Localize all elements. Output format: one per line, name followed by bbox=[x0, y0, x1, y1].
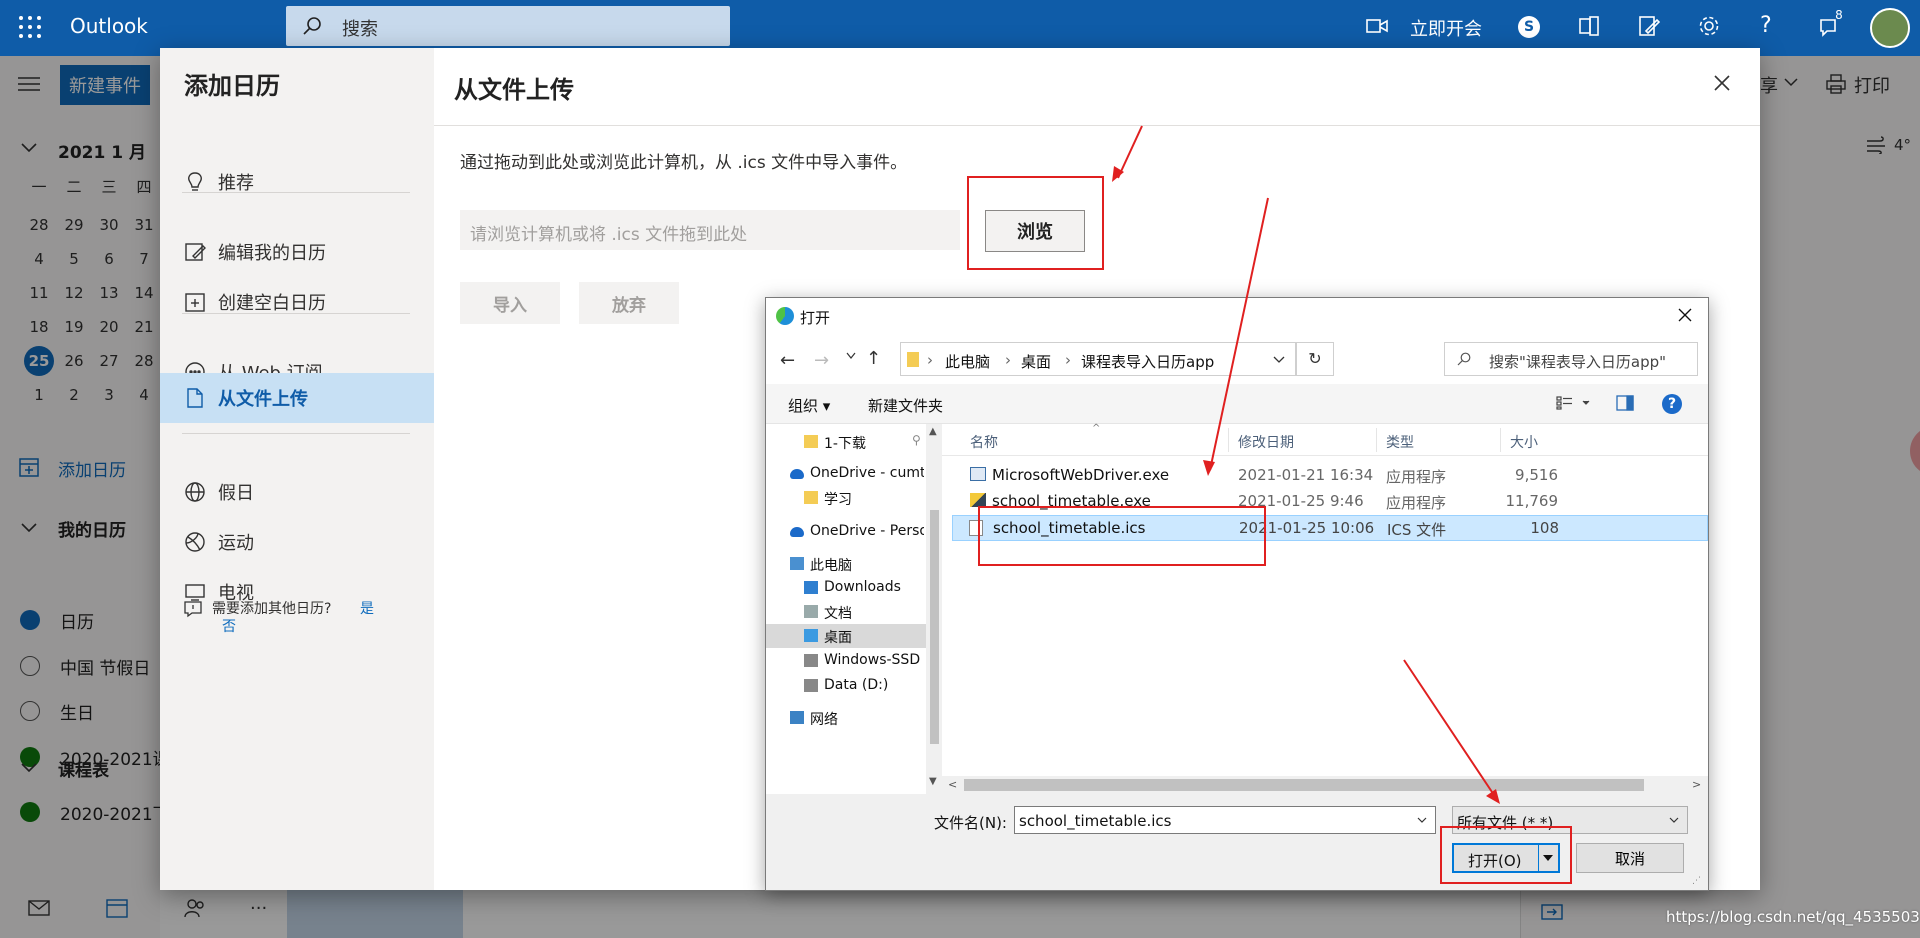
annotation-arrows bbox=[1112, 125, 1500, 804]
watermark: https://blog.csdn.net/qq_45355034 bbox=[1666, 908, 1920, 926]
